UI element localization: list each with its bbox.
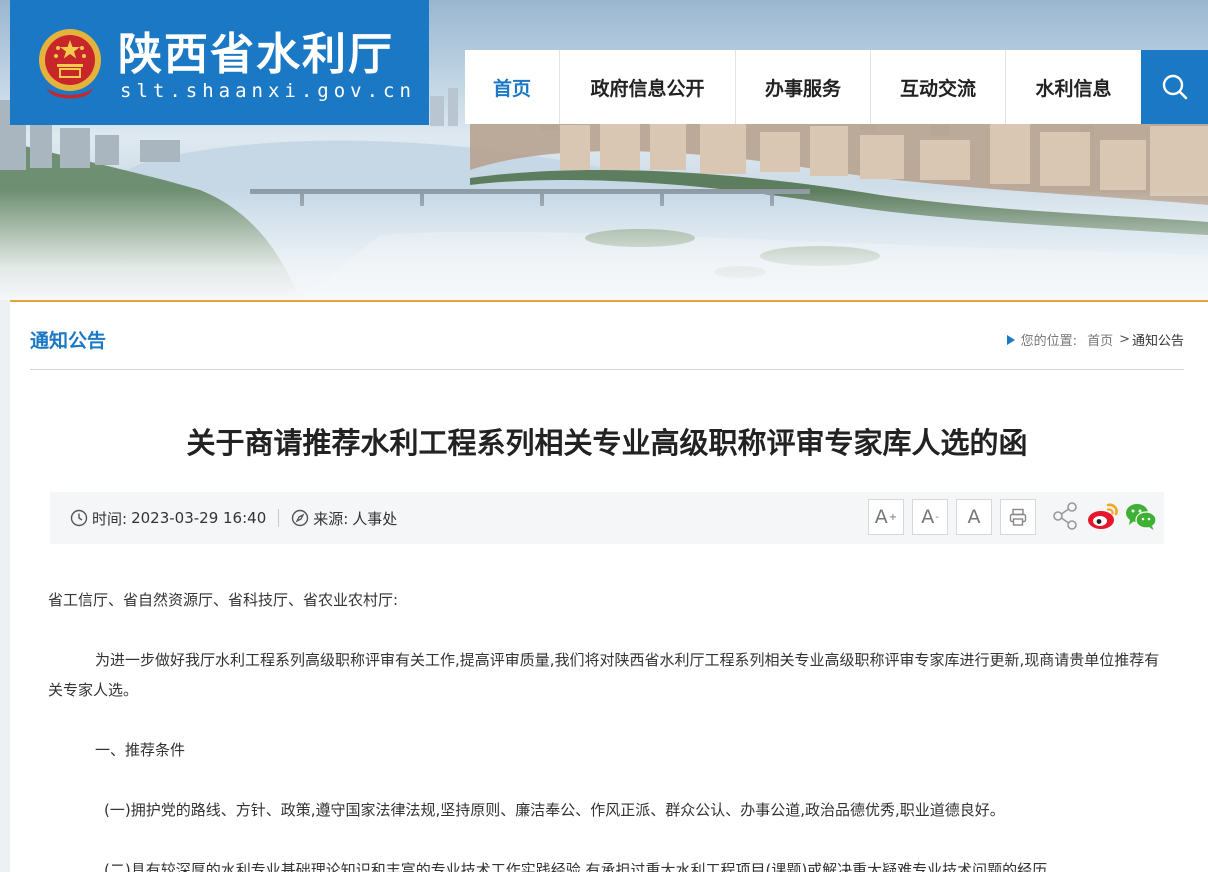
font-decrease-mark: - [935, 511, 939, 523]
source-label: 来源: [313, 509, 349, 528]
national-emblem-icon [39, 29, 101, 99]
article-paragraph: (二)具有较深厚的水利专业基础理论知识和丰富的专业技术工作实践经验,有承担过重大… [104, 861, 1052, 872]
article-meta-bar: 时间: 2023-03-29 16:40 来源: 人事处 A + A- A [50, 492, 1164, 544]
search-icon [1162, 74, 1187, 100]
nav-item-services[interactable]: 办事服务 [736, 50, 871, 124]
weibo-icon[interactable] [1086, 500, 1120, 536]
breadcrumb: 您的位置: 首页 > 通知公告 [1006, 330, 1184, 349]
site-domain: slt.shaanxi.gov.cn [120, 80, 416, 102]
nav-item-home[interactable]: 首页 [465, 50, 560, 124]
wechat-icon[interactable] [1124, 500, 1158, 536]
font-increase-letter: A [874, 506, 888, 528]
content-panel: 通知公告 您的位置: 首页 > 通知公告 关于商请推荐水利工程系列相关专业高级职… [10, 300, 1208, 872]
breadcrumb-current-link[interactable]: 通知公告 [1132, 330, 1184, 349]
breadcrumb-home-link[interactable]: 首页 [1087, 330, 1113, 349]
font-reset-letter: A [967, 506, 981, 528]
time-label: 时间: [92, 509, 128, 528]
banner-fade [0, 190, 1208, 300]
compass-icon [291, 509, 309, 527]
article-body: 省工信厅、省自然资源厅、省科技厅、省农业农村厅: 为进一步做好我厅水利工程系列高… [48, 585, 1172, 872]
search-button[interactable] [1141, 50, 1208, 124]
article-paragraph: 为进一步做好我厅水利工程系列高级职称评审有关工作,提高评审质量,我们将对陕西省水… [48, 651, 1160, 699]
breadcrumb-separator: > [1119, 332, 1130, 347]
clock-icon [70, 509, 88, 527]
print-button[interactable] [1000, 499, 1036, 535]
printer-icon [1009, 508, 1027, 526]
share-icon[interactable] [1050, 500, 1082, 536]
nav-item-interaction[interactable]: 互动交流 [871, 50, 1006, 124]
breadcrumb-arrow-icon [1006, 334, 1015, 345]
article-heading: 一、推荐条件 [95, 741, 186, 759]
section-title: 通知公告 [30, 330, 107, 352]
article-meta-info: 时间: 2023-03-29 16:40 来源: 人事处 [70, 492, 397, 544]
font-increase-mark: + [888, 511, 898, 523]
header-banner: 陕西省水利厅 slt.shaanxi.gov.cn 首页 政府信息公开 办事服务… [0, 0, 1208, 300]
site-title: 陕西省水利厅 [118, 29, 394, 80]
meta-divider [278, 509, 280, 527]
nav-item-gov-info[interactable]: 政府信息公开 [560, 50, 736, 124]
font-size-reset-button[interactable]: A [956, 499, 992, 535]
breadcrumb-prefix: 您的位置: [1020, 334, 1078, 349]
font-size-decrease-button[interactable]: A- [912, 499, 948, 535]
time-value: 2023-03-29 16:40 [131, 509, 267, 527]
font-decrease-letter: A [921, 506, 935, 528]
divider [30, 369, 1184, 370]
main-nav: 首页 政府信息公开 办事服务 互动交流 水利信息 [465, 50, 1141, 124]
nav-item-water-info[interactable]: 水利信息 [1006, 50, 1141, 124]
article-title: 关于商请推荐水利工程系列相关专业高级职称评审专家库人选的函 [186, 426, 1028, 460]
article-paragraph: (一)拥护党的路线、方针、政策,遵守国家法律法规,坚持原则、廉洁奉公、作风正派、… [104, 801, 1005, 819]
site-logo[interactable]: 陕西省水利厅 slt.shaanxi.gov.cn [10, 0, 429, 125]
font-size-increase-button[interactable]: A + [868, 499, 904, 535]
source-value: 人事处 [352, 509, 398, 528]
article-paragraph: 省工信厅、省自然资源厅、省科技厅、省农业农村厅: [48, 591, 399, 609]
